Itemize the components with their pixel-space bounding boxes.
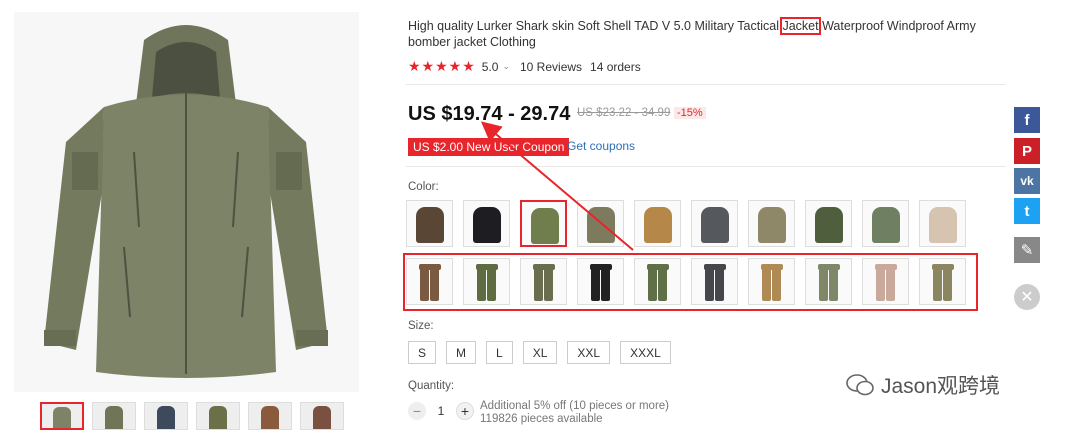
jacket-thumbnail xyxy=(758,207,786,243)
quantity-note: Additional 5% off (10 pieces or more) 11… xyxy=(480,400,669,425)
jacket-color-swatch[interactable] xyxy=(406,200,453,247)
jacket-thumbnail xyxy=(872,207,900,243)
jacket-color-swatch[interactable] xyxy=(634,200,681,247)
get-coupons-link[interactable]: Get coupons xyxy=(567,139,635,153)
quantity-value[interactable]: 1 xyxy=(426,404,456,418)
size-option-l[interactable]: L xyxy=(486,341,513,364)
jacket-color-swatch[interactable] xyxy=(463,200,510,247)
star-rating-icon: ★★★★★ xyxy=(408,58,476,74)
orders-count: 14 orders xyxy=(590,59,641,74)
thumbnail-2[interactable] xyxy=(92,402,136,430)
rating-score: 5.0 xyxy=(481,59,499,74)
jacket-color-swatch[interactable] xyxy=(805,200,852,247)
size-option-s[interactable]: S xyxy=(408,341,437,364)
size-option-xl[interactable]: XL xyxy=(522,341,558,364)
size-option-xxxl[interactable]: XXXL xyxy=(620,341,671,364)
discount-badge: -15% xyxy=(674,107,706,119)
vk-share-icon[interactable]: vk xyxy=(1014,168,1040,194)
thumbnail-5[interactable] xyxy=(248,402,292,430)
quantity-minus-button[interactable]: − xyxy=(408,402,426,420)
wechat-icon xyxy=(846,374,874,396)
pants-highlight-box xyxy=(403,253,978,311)
jacket-color-swatch[interactable] xyxy=(919,200,966,247)
jacket-color-swatch[interactable] xyxy=(577,200,624,247)
jacket-thumbnail xyxy=(416,207,444,243)
thumbnail-1[interactable] xyxy=(40,402,84,430)
jacket-thumbnail xyxy=(473,207,501,243)
thumbnail-strip xyxy=(40,402,344,430)
jacket-color-swatch[interactable] xyxy=(862,200,909,247)
watermark: Jason观跨境 xyxy=(845,370,1000,400)
jacket-color-swatch[interactable] xyxy=(691,200,738,247)
divider xyxy=(406,166,1006,167)
jacket-color-swatches xyxy=(406,200,966,247)
color-label: Color: xyxy=(408,181,439,193)
jacket-color-swatch[interactable] xyxy=(520,200,567,247)
jacket-thumbnail xyxy=(644,207,672,243)
current-price: US $19.74 - 29.74 xyxy=(408,103,571,125)
original-price: US $23.22 - 34.99 xyxy=(577,107,671,119)
jacket-color-swatch[interactable] xyxy=(748,200,795,247)
thumbnail-3[interactable] xyxy=(144,402,188,430)
jacket-thumbnail xyxy=(531,208,559,244)
thumbnail-6[interactable] xyxy=(300,402,344,430)
quantity-label: Quantity: xyxy=(408,380,455,392)
thumbnail-4[interactable] xyxy=(196,402,240,430)
pinterest-share-icon[interactable]: P xyxy=(1014,138,1040,164)
jacket-thumbnail xyxy=(815,207,843,243)
edit-icon[interactable]: ✎ xyxy=(1014,237,1040,263)
new-user-coupon-badge: US $2.00 New User Coupon xyxy=(408,138,570,156)
product-main-image[interactable] xyxy=(14,12,359,392)
reviews-link[interactable]: 10 Reviews xyxy=(520,60,582,74)
watermark-text: Jason观跨境 xyxy=(881,375,1001,398)
title-highlight-jacket: Jacket xyxy=(780,17,821,35)
rating-row: ★★★★★ 5.0 ⌄ 10 Reviews 14 orders xyxy=(408,58,641,75)
jacket-thumbnail xyxy=(929,207,957,243)
facebook-share-icon[interactable]: f xyxy=(1014,107,1040,133)
jacket-thumbnail xyxy=(587,207,615,243)
twitter-share-icon[interactable]: t xyxy=(1014,198,1040,224)
divider xyxy=(406,84,1006,85)
size-label: Size: xyxy=(408,320,434,332)
close-icon[interactable]: ✕ xyxy=(1014,284,1040,310)
product-title: High quality Lurker Shark skin Soft Shel… xyxy=(408,17,976,49)
size-option-m[interactable]: M xyxy=(446,341,477,364)
jacket-illustration xyxy=(14,12,359,392)
size-options: S M L XL XXL XXXL xyxy=(408,341,671,364)
chevron-down-icon[interactable]: ⌄ xyxy=(502,61,510,72)
quantity-plus-button[interactable]: + xyxy=(456,402,474,420)
size-option-xxl[interactable]: XXL xyxy=(567,341,611,364)
quantity-stepper: − 1 + xyxy=(408,402,474,420)
jacket-thumbnail xyxy=(701,207,729,243)
